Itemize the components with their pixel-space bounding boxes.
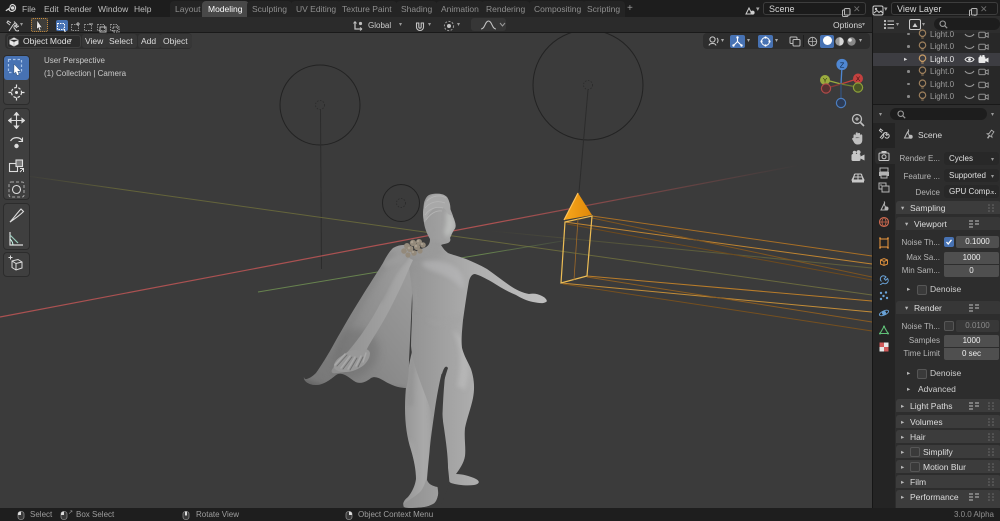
svg-text:X: X: [856, 76, 861, 83]
svg-text:Z: Z: [840, 61, 845, 70]
